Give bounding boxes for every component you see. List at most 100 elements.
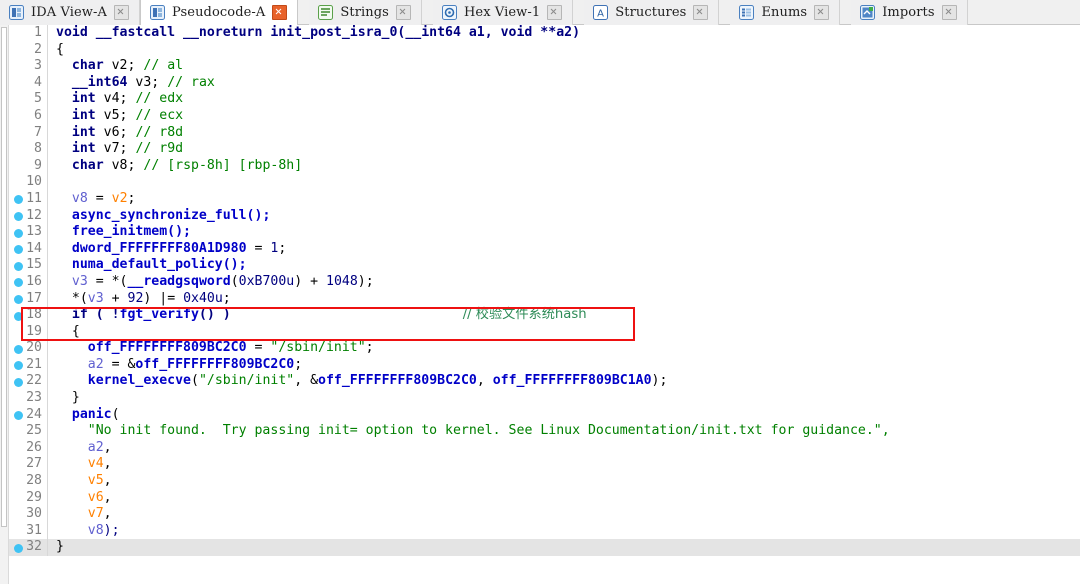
code-line[interactable]: 20 off_FFFFFFFF809BC2C0 = "/sbin/init";: [9, 340, 1080, 357]
svg-text:A: A: [597, 9, 604, 20]
code-line[interactable]: 14 dword_FFFFFFFF80A1D980 = 1;: [9, 240, 1080, 258]
token-varname: v4;: [103, 91, 128, 107]
close-icon[interactable]: [395, 5, 411, 20]
token-comment: // al: [143, 58, 184, 74]
tab-label: Imports: [882, 5, 935, 20]
token-op: =: [246, 340, 271, 356]
pseudocode-editor[interactable]: 1 void __fastcall __noreturn init_post_i…: [9, 25, 1080, 584]
close-icon[interactable]: [272, 5, 288, 20]
token-call-fgt-verify: fgt_verify: [119, 307, 199, 323]
breakpoint-marker-icon[interactable]: [14, 311, 23, 321]
code-line[interactable]: 15 numa_default_policy();: [9, 257, 1080, 274]
code-line[interactable]: 29 v6,: [9, 489, 1080, 507]
code-line-text: kernel_execve("/sbin/init", &off_FFFFFFF…: [48, 373, 668, 390]
token-brace: }: [71, 390, 80, 406]
code-line[interactable]: 30 v7,: [9, 506, 1080, 523]
code-line[interactable]: 4 __int64 v3; // rax: [9, 74, 1080, 92]
tab-imports[interactable]: Imports: [851, 0, 968, 25]
code-line[interactable]: 23 }: [9, 390, 1080, 407]
breakpoint-marker-icon[interactable]: [14, 212, 23, 222]
token-op: = &: [103, 356, 136, 372]
structures-icon: A: [593, 5, 609, 20]
navigation-scrollbar[interactable]: [0, 25, 9, 584]
code-line[interactable]: 2 {: [9, 41, 1080, 59]
close-icon[interactable]: [814, 5, 830, 20]
tab-ida-view-a[interactable]: IDA View-A: [0, 0, 140, 25]
code-line[interactable]: 22 kernel_execve("/sbin/init", &off_FFFF…: [9, 373, 1080, 391]
token-number: 1048: [326, 273, 358, 289]
token-punc: ,: [103, 506, 112, 522]
token-punc: );: [357, 273, 374, 289]
tab-enums[interactable]: Enums: [730, 0, 841, 25]
code-line[interactable]: 7 int v6; // r8d: [9, 124, 1080, 142]
code-line[interactable]: 5 int v4; // edx: [9, 91, 1080, 108]
code-line[interactable]: 31 v8);: [9, 522, 1080, 540]
breakpoint-marker-icon[interactable]: [14, 344, 23, 354]
code-line[interactable]: 3 char v2; // al: [9, 58, 1080, 75]
code-line[interactable]: 27 v4,: [9, 456, 1080, 474]
code-line[interactable]: 8 int v7; // r9d: [9, 141, 1080, 158]
breakpoint-marker-icon[interactable]: [14, 295, 23, 304]
code-line[interactable]: 24 panic(: [9, 406, 1080, 424]
ida-view-icon: [9, 5, 24, 20]
tab-structures[interactable]: A Structures: [584, 0, 720, 25]
code-line[interactable]: 16 v3 = *(__readgsqword(0xB700u) + 1048)…: [9, 273, 1080, 291]
close-icon[interactable]: [941, 5, 957, 20]
tab-hex-view-1[interactable]: Hex View-1: [432, 0, 574, 25]
line-number: 23: [26, 390, 42, 406]
line-number: 4: [34, 74, 42, 90]
breakpoint-marker-icon[interactable]: [14, 261, 23, 271]
token-op: *(: [71, 290, 88, 306]
token-var: v7: [87, 506, 104, 522]
hex-view-icon: [441, 5, 457, 20]
token-punc: ,: [476, 373, 493, 389]
token-global: off_FFFFFFFF809BC2C0: [135, 356, 295, 372]
line-number: 2: [34, 41, 42, 57]
line-number: 8: [34, 141, 42, 157]
code-line-text: char v8; // [rsp-8h] [rbp-8h]: [48, 158, 302, 175]
token-punc: (: [111, 406, 120, 422]
code-line[interactable]: 13 free_initmem();: [9, 224, 1080, 241]
code-line[interactable]: 19 {: [9, 323, 1080, 341]
code-line[interactable]: 6 int v5; // ecx: [9, 107, 1080, 125]
breakpoint-marker-icon[interactable]: [14, 228, 23, 238]
token-call: free_initmem();: [71, 224, 191, 240]
code-line[interactable]: 9 char v8; // [rsp-8h] [rbp-8h]: [9, 157, 1080, 175]
token-var: v4: [87, 456, 104, 472]
token-punc: (: [190, 373, 199, 389]
close-icon[interactable]: [693, 5, 709, 20]
code-line[interactable]: 17 *(v3 + 92) |= 0x40u;: [9, 290, 1080, 308]
line-number: 31: [26, 522, 42, 538]
code-line[interactable]: 21 a2 = &off_FFFFFFFF809BC2C0;: [9, 356, 1080, 374]
tab-strings[interactable]: Strings: [309, 0, 422, 25]
token-call: numa_default_policy();: [71, 257, 247, 273]
code-line-text: {: [48, 324, 80, 341]
close-icon[interactable]: [547, 5, 563, 20]
breakpoint-marker-icon[interactable]: [14, 377, 23, 387]
code-line[interactable]: 25 "No init found. Try passing init= opt…: [9, 423, 1080, 440]
token-string-panic-message: "No init found. Try passing init= option…: [87, 423, 890, 439]
token-op: +: [103, 290, 128, 306]
code-line[interactable]: 1 void __fastcall __noreturn init_post_i…: [9, 25, 1080, 42]
token-var: v8: [71, 190, 88, 206]
breakpoint-marker-icon[interactable]: [14, 543, 23, 553]
code-line[interactable]: 11 v8 = v2;: [9, 190, 1080, 208]
line-number: 10: [26, 174, 42, 190]
code-line[interactable]: 10: [9, 174, 1080, 191]
token-punc: ;: [222, 290, 231, 306]
code-line[interactable]: 26 a2,: [9, 439, 1080, 457]
scrollbar-thumb[interactable]: [1, 27, 7, 527]
token-punc: ,: [103, 439, 112, 455]
tab-label: Enums: [761, 5, 808, 20]
token-comment-chinese: // 校验文件系统hash: [462, 307, 587, 323]
tab-pseudocode-a[interactable]: Pseudocode-A: [140, 0, 299, 25]
code-line[interactable]: 12 async_synchronize_full();: [9, 207, 1080, 225]
close-icon[interactable]: [114, 5, 129, 20]
tab-gap: [573, 0, 585, 24]
code-line-highlighted[interactable]: 18 if ( !fgt_verify() )// 校验文件系统hash: [9, 307, 1080, 324]
code-line-current[interactable]: 32 }: [9, 539, 1080, 556]
token-var: v3: [71, 273, 88, 289]
code-line[interactable]: 28 v5,: [9, 473, 1080, 490]
token-punc: (: [230, 273, 239, 289]
token-varname: v3;: [135, 74, 160, 90]
